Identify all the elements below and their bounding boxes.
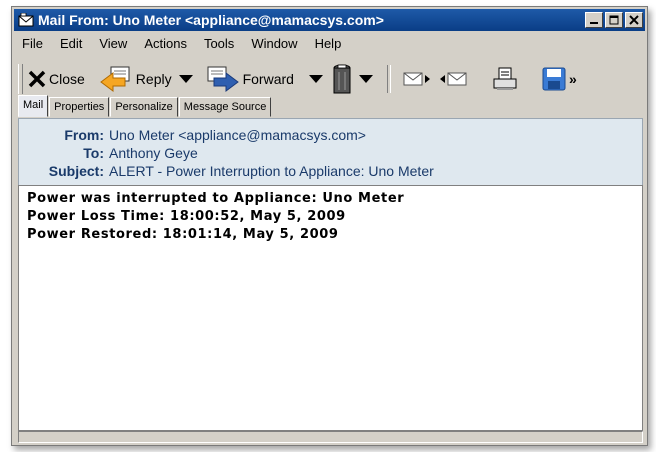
tab-properties[interactable]: Properties	[49, 97, 110, 117]
save-button[interactable]: »	[539, 67, 580, 91]
more-tools-icon[interactable]: »	[569, 71, 577, 87]
menu-file[interactable]: File	[22, 36, 43, 51]
forward-label: Forward	[242, 71, 294, 87]
subject-row: Subject: ALERT - Power Interruption to A…	[19, 163, 434, 181]
menu-window[interactable]: Window	[251, 36, 297, 51]
reply-dropdown-icon[interactable]	[178, 75, 193, 83]
minimize-button[interactable]	[585, 12, 603, 28]
next-message-icon	[403, 72, 430, 86]
close-label: Close	[49, 71, 85, 87]
close-icon	[629, 15, 639, 25]
to-label: To:	[83, 145, 104, 161]
reply-button[interactable]: Reply	[96, 64, 175, 94]
next-message-button[interactable]	[399, 69, 435, 89]
toolbar-separator	[386, 65, 391, 93]
body-line: Power was interrupted to Appliance: Uno …	[27, 191, 405, 206]
tab-message-source[interactable]: Message Source	[178, 97, 272, 117]
trash-can-icon	[333, 64, 351, 94]
menu-help[interactable]: Help	[315, 36, 342, 51]
reply-icon	[99, 66, 130, 92]
window-title: Mail From: Uno Meter <appliance@mamacsys…	[38, 12, 384, 28]
menu-bar: File Edit View Actions Tools Window Help	[14, 33, 645, 53]
tab-strip: Mail Properties Personalize Message Sour…	[18, 95, 643, 117]
forward-dropdown-icon[interactable]	[308, 75, 323, 83]
printer-icon	[493, 67, 517, 90]
subject-label: Subject:	[48, 163, 104, 179]
menu-view[interactable]: View	[99, 36, 127, 51]
mail-window: Mail From: Uno Meter <appliance@mamacsys…	[11, 6, 648, 446]
close-x-icon	[28, 70, 46, 88]
body-line: Power Loss Time: 18:00:52, May 5, 2009	[27, 209, 346, 224]
tab-mail[interactable]: Mail	[18, 95, 49, 117]
message-headers: From: Uno Meter <appliance@mamacsys.com>…	[18, 118, 643, 186]
forward-button[interactable]: Forward	[203, 64, 297, 94]
toolbar-grip[interactable]	[18, 64, 23, 94]
reply-label: Reply	[135, 71, 172, 87]
print-button[interactable]	[489, 66, 521, 92]
menu-actions[interactable]: Actions	[144, 36, 187, 51]
toolbar: Close Reply Forward »	[14, 57, 645, 101]
body-line: Power Restored: 18:01:14, May 5, 2009	[27, 227, 339, 242]
title-bar[interactable]: Mail From: Uno Meter <appliance@mamacsys…	[14, 9, 645, 31]
delete-button[interactable]	[329, 63, 355, 95]
forward-icon	[207, 66, 239, 92]
menu-edit[interactable]: Edit	[60, 36, 82, 51]
mail-app-icon	[18, 13, 34, 27]
to-row: To: Anthony Geye	[19, 145, 198, 163]
delete-dropdown-icon[interactable]	[358, 75, 373, 83]
from-label: From:	[64, 127, 104, 143]
message-body[interactable]: Power was interrupted to Appliance: Uno …	[18, 185, 643, 431]
previous-message-button[interactable]	[435, 69, 471, 89]
floppy-disk-icon	[542, 67, 566, 91]
maximize-button[interactable]	[605, 12, 623, 28]
close-window-button[interactable]	[625, 12, 643, 28]
maximize-icon	[609, 15, 619, 25]
previous-message-icon	[439, 72, 467, 86]
status-bar	[18, 431, 643, 443]
to-value[interactable]: Anthony Geye	[109, 145, 198, 163]
menu-tools[interactable]: Tools	[204, 36, 234, 51]
tab-personalize[interactable]: Personalize	[110, 97, 178, 117]
close-button[interactable]: Close	[25, 70, 88, 88]
from-row: From: Uno Meter <appliance@mamacsys.com>	[19, 127, 366, 145]
minimize-icon	[590, 22, 598, 24]
subject-value: ALERT - Power Interruption to Appliance:…	[109, 163, 434, 179]
from-value[interactable]: Uno Meter <appliance@mamacsys.com>	[109, 127, 366, 145]
